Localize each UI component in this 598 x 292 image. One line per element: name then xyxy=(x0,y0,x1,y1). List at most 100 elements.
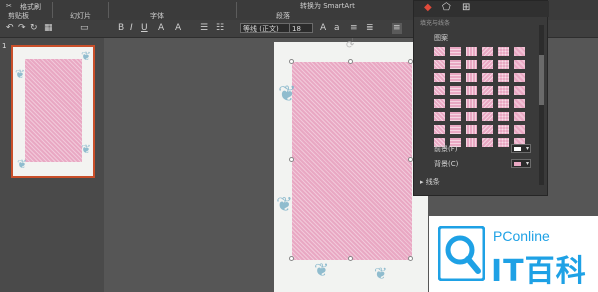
pattern-swatch[interactable] xyxy=(466,60,477,69)
pattern-swatch[interactable] xyxy=(498,138,509,147)
pattern-swatch[interactable] xyxy=(466,138,477,147)
pattern-swatch[interactable] xyxy=(482,60,493,69)
resize-handle[interactable] xyxy=(289,256,294,261)
font-size-select[interactable]: 18 xyxy=(289,23,313,33)
convert-smartart-button[interactable]: 转换为 SmartArt xyxy=(300,1,355,11)
pattern-swatch[interactable] xyxy=(498,112,509,121)
cut-icon[interactable]: ✂ xyxy=(6,2,12,10)
layout-icon[interactable]: ▦ xyxy=(44,23,53,34)
pattern-swatch[interactable] xyxy=(498,86,509,95)
pattern-swatch[interactable] xyxy=(434,112,445,121)
magnifier-logo-icon xyxy=(438,226,485,281)
line-spacing-icon[interactable]: ≡ xyxy=(350,23,358,34)
pattern-swatch[interactable] xyxy=(450,112,461,121)
line-section-toggle[interactable]: ▸ 线条 xyxy=(420,177,440,187)
pattern-swatch[interactable] xyxy=(482,112,493,121)
pattern-swatch[interactable] xyxy=(434,47,445,56)
resize-handle[interactable] xyxy=(408,256,413,261)
foreground-label: 前景(F) xyxy=(434,145,458,153)
pconline-watermark: PConline IT百科 xyxy=(429,216,598,292)
fill-line-icon[interactable]: ◆ xyxy=(424,2,432,13)
bullet-list-icon[interactable]: ☰ xyxy=(200,23,208,34)
thumbnail-pink-rectangle xyxy=(25,59,82,162)
pattern-swatch[interactable] xyxy=(514,47,525,56)
pattern-swatch[interactable] xyxy=(450,86,461,95)
numbered-list-icon[interactable]: ☷ xyxy=(216,23,224,34)
pattern-swatch[interactable] xyxy=(498,47,509,56)
pattern-swatch[interactable] xyxy=(482,138,493,147)
pattern-label: 图案 xyxy=(434,34,448,42)
foreground-color-button[interactable]: ▾ xyxy=(511,144,531,153)
ribbon-divider xyxy=(108,2,109,18)
pattern-swatch[interactable] xyxy=(482,47,493,56)
rotate-handle-icon[interactable]: ⟳ xyxy=(346,40,354,51)
effects-icon[interactable]: ⬠ xyxy=(442,2,451,13)
resize-handle[interactable] xyxy=(348,256,353,261)
pattern-swatch[interactable] xyxy=(514,125,525,134)
pattern-swatch[interactable] xyxy=(514,99,525,108)
pattern-swatch[interactable] xyxy=(482,86,493,95)
resize-handle[interactable] xyxy=(289,59,294,64)
underline-icon[interactable]: U xyxy=(141,23,148,34)
pattern-swatch[interactable] xyxy=(466,73,477,82)
pattern-filled-rectangle[interactable] xyxy=(292,62,412,260)
panel-scrollbar[interactable] xyxy=(539,25,544,185)
pattern-swatch[interactable] xyxy=(498,125,509,134)
font-name-select[interactable]: 等线 (正文) xyxy=(240,23,290,33)
pattern-swatch[interactable] xyxy=(434,73,445,82)
font-color-icon[interactable]: A xyxy=(175,23,181,34)
resize-handle[interactable] xyxy=(348,59,353,64)
pattern-swatch[interactable] xyxy=(450,60,461,69)
pattern-swatch[interactable] xyxy=(434,60,445,69)
shape-icon[interactable]: ▭ xyxy=(80,23,89,34)
ribbon-divider xyxy=(52,2,53,18)
pattern-swatch[interactable] xyxy=(434,86,445,95)
paragraph-spacing-icon[interactable]: ≣ xyxy=(366,23,374,34)
format-shape-panel: ◆ ⬠ ⊞ 填充与线条 图案 前景(F) ▾ 背景(C) ▾ ▸ 线条 xyxy=(413,0,549,196)
slide-number: 1 xyxy=(2,42,7,50)
pattern-swatch[interactable] xyxy=(450,125,461,134)
pattern-swatch[interactable] xyxy=(498,73,509,82)
editing-slide[interactable]: ❦ ❦ ❦ ❦ ❦ xyxy=(274,42,428,292)
bold-icon[interactable]: B xyxy=(118,23,124,34)
scrollbar-thumb[interactable] xyxy=(539,55,544,105)
redo-icon[interactable]: ↷ xyxy=(18,23,26,34)
refresh-icon[interactable]: ↻ xyxy=(30,23,38,34)
pattern-swatch[interactable] xyxy=(434,99,445,108)
pattern-swatch[interactable] xyxy=(482,125,493,134)
watermark-small-text: PConline xyxy=(493,228,550,244)
watermark-big-text: IT百科 xyxy=(491,254,587,289)
pattern-swatch[interactable] xyxy=(482,99,493,108)
slide-thumbnail[interactable]: ❦ ❦ ❦ ❦ xyxy=(11,45,95,178)
resize-handle[interactable] xyxy=(289,157,294,162)
leaf-decoration: ❦ xyxy=(314,260,330,281)
background-color-button[interactable]: ▾ xyxy=(511,159,531,168)
increase-font-icon[interactable]: A xyxy=(320,23,326,34)
pattern-swatch[interactable] xyxy=(514,86,525,95)
pattern-swatch[interactable] xyxy=(498,99,509,108)
leaf-decoration: ❦ xyxy=(81,142,92,156)
pattern-swatch[interactable] xyxy=(466,112,477,121)
undo-icon[interactable]: ↶ xyxy=(6,23,14,34)
decrease-font-icon[interactable]: a xyxy=(334,23,340,34)
line-label: 线条 xyxy=(425,178,440,186)
pattern-swatch[interactable] xyxy=(450,47,461,56)
pattern-swatch[interactable] xyxy=(466,125,477,134)
pattern-swatch[interactable] xyxy=(514,112,525,121)
pattern-swatch[interactable] xyxy=(482,73,493,82)
pattern-swatch[interactable] xyxy=(450,99,461,108)
text-effects-icon[interactable]: A xyxy=(158,23,164,34)
pattern-swatch[interactable] xyxy=(466,47,477,56)
pattern-swatch[interactable] xyxy=(498,60,509,69)
pattern-swatch[interactable] xyxy=(466,86,477,95)
italic-icon[interactable]: I xyxy=(130,23,133,34)
align-icon[interactable]: ≡ xyxy=(392,23,402,34)
pattern-swatch[interactable] xyxy=(450,73,461,82)
pattern-swatch[interactable] xyxy=(514,60,525,69)
pattern-swatch[interactable] xyxy=(466,99,477,108)
pattern-swatch-grid xyxy=(434,47,525,147)
background-label: 背景(C) xyxy=(434,160,459,168)
pattern-swatch[interactable] xyxy=(434,125,445,134)
pattern-swatch[interactable] xyxy=(514,73,525,82)
size-properties-icon[interactable]: ⊞ xyxy=(462,2,470,13)
